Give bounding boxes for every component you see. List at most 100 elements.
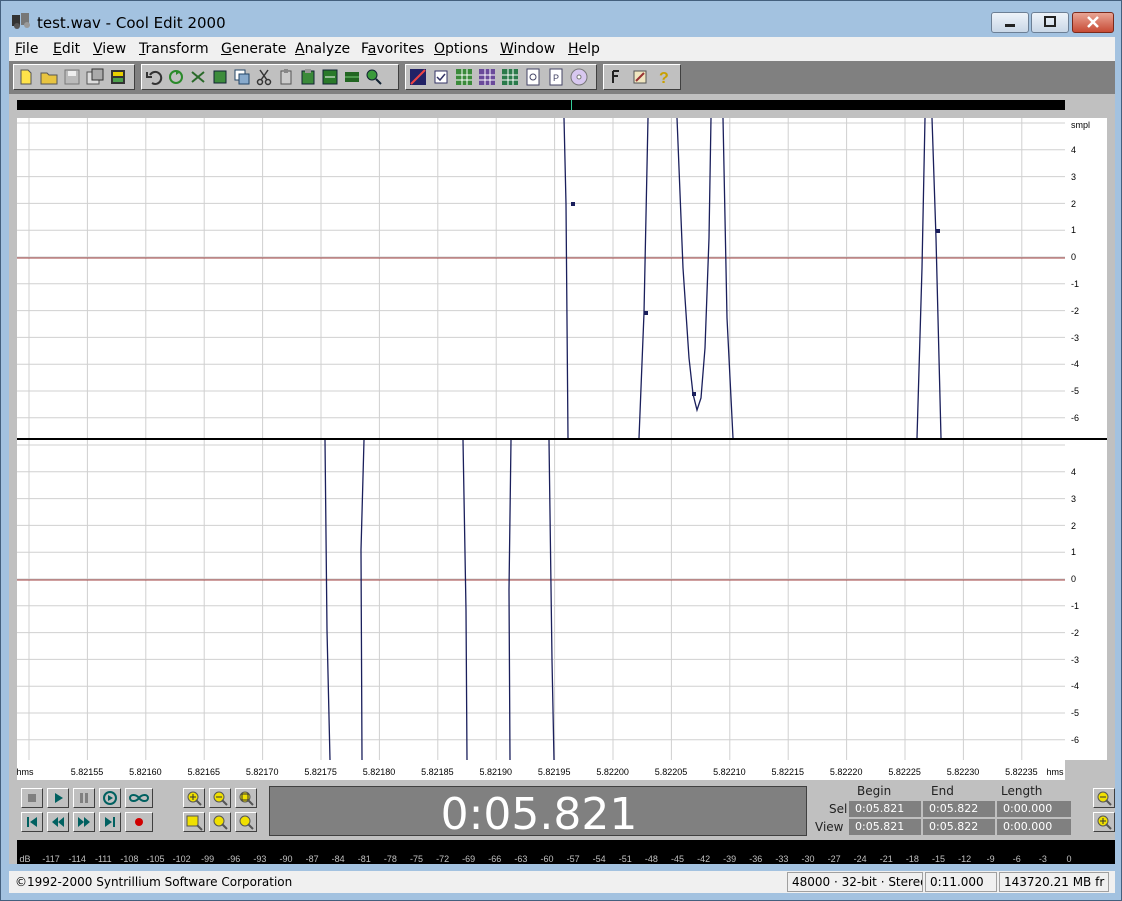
sel-begin-field[interactable]: 0:05.821 [849, 801, 921, 817]
right-channel-waveform[interactable] [17, 440, 1065, 760]
copy-new-icon[interactable] [210, 67, 230, 87]
menu-transform[interactable]: Transform [139, 41, 209, 57]
time-tick-label: 5.82235 [1005, 767, 1038, 777]
menu-file[interactable]: File [15, 41, 38, 57]
meter-scale-label: -54 [592, 854, 606, 864]
time-tick-label: 5.82220 [829, 767, 863, 777]
meter-scale-label: -81 [357, 854, 371, 864]
left-channel-waveform[interactable] [17, 118, 1065, 438]
left-channel-y-ruler[interactable]: smpl 4 3 2 1 0 -1 -2 -3 -4 -5 -6 [1065, 118, 1107, 438]
view-length-field[interactable]: 0:00.000 [997, 819, 1071, 835]
title-bar[interactable]: test.wav - Cool Edit 2000 [1, 1, 1121, 37]
y-axis-tick-label: 0 [1071, 252, 1077, 263]
time-tick-label: 5.82205 [654, 767, 688, 777]
zoom-to-selection-icon[interactable] [364, 67, 384, 87]
y-axis-tick-label: 1 [1071, 547, 1077, 558]
play-to-end-button[interactable] [99, 788, 121, 808]
zoom-to-left-edge-button[interactable] [209, 812, 231, 832]
trim-icon[interactable] [342, 67, 362, 87]
properties-page-icon[interactable]: P [546, 67, 566, 87]
menu-help[interactable]: Help [568, 41, 600, 57]
end-header: End [931, 784, 954, 798]
y-axis-tick-label: 1 [1071, 225, 1077, 236]
pause-button[interactable] [73, 788, 95, 808]
zoom-in-vertical-button[interactable] [1093, 812, 1115, 832]
favorites-icon[interactable] [606, 67, 626, 87]
stop-button[interactable] [21, 788, 43, 808]
menu-options[interactable]: Options [434, 41, 488, 57]
copyright-text: ©1992-2000 Syntrillium Software Corporat… [15, 875, 293, 889]
waveform-trace [462, 440, 468, 760]
menu-generate[interactable]: Generate [221, 41, 286, 57]
time-tick-label: 5.82175 [304, 767, 337, 777]
save-as-icon[interactable] [85, 67, 105, 87]
close-button[interactable] [1072, 12, 1114, 33]
rewind-button[interactable] [47, 812, 69, 832]
waveform-trace [508, 440, 512, 760]
go-to-start-button[interactable] [21, 812, 43, 832]
play-button[interactable] [47, 788, 69, 808]
toolbar-options-group: ? [603, 64, 681, 90]
waveform-view-icon[interactable] [408, 67, 428, 87]
sel-end-field[interactable]: 0:05.822 [923, 801, 995, 817]
zoom-out-vertical-button[interactable] [1093, 788, 1115, 808]
overview-bar[interactable] [17, 100, 1065, 110]
meter-scale-label: -51 [618, 854, 632, 864]
right-channel-y-ruler[interactable]: 4 3 2 1 0 -1 -2 -3 -4 -5 -6 [1065, 440, 1107, 760]
view-end-field[interactable]: 0:05.822 [923, 819, 995, 835]
paste-new-icon[interactable] [298, 67, 318, 87]
zoom-to-selection-button[interactable] [183, 812, 205, 832]
menu-view[interactable]: View [93, 41, 126, 57]
duration-status[interactable]: 0:11.000 [925, 872, 997, 892]
grid-green-icon[interactable] [500, 67, 520, 87]
info-page-icon[interactable] [523, 67, 543, 87]
record-button[interactable] [125, 812, 153, 832]
time-ruler[interactable]: hms 5.82155 5.82160 5.82165 5.82170 5.82175 5.… [16, 760, 1065, 780]
paste-icon[interactable] [276, 67, 296, 87]
settings-icon[interactable] [630, 67, 650, 87]
zoom-to-right-edge-button[interactable] [235, 812, 257, 832]
help-icon[interactable]: ? [654, 67, 674, 87]
sel-length-field[interactable]: 0:00.000 [997, 801, 1071, 817]
zoom-out-horizontal-button[interactable] [209, 788, 231, 808]
meter-scale-label: -108 [120, 854, 139, 864]
menu-favorites[interactable]: Favorites [361, 41, 424, 57]
y-axis-tick-label: 3 [1071, 493, 1077, 504]
copy-icon[interactable] [232, 67, 252, 87]
fast-forward-button[interactable] [73, 812, 95, 832]
scissors-cut-icon[interactable] [254, 67, 274, 87]
repeat-icon[interactable] [166, 67, 186, 87]
grid-purple-icon[interactable] [477, 67, 497, 87]
file-properties-icon[interactable] [108, 67, 128, 87]
y-axis-tick-label: 2 [1071, 520, 1077, 531]
mix-paste-icon[interactable] [320, 67, 340, 87]
grid-view-icon[interactable] [454, 67, 474, 87]
open-file-icon[interactable] [39, 67, 59, 87]
meter-scale-label: -99 [201, 854, 215, 864]
toolbar-file-group [13, 64, 135, 90]
save-file-icon[interactable] [62, 67, 82, 87]
view-begin-field[interactable]: 0:05.821 [849, 819, 921, 835]
menu-window[interactable]: Window [500, 41, 555, 57]
meter-scale-label: dB [19, 854, 31, 864]
meter-scale-label: -66 [488, 854, 502, 864]
new-file-icon[interactable] [16, 67, 36, 87]
minimize-button[interactable] [991, 12, 1029, 33]
zoom-out-full-button[interactable] [235, 788, 257, 808]
cool-edit-app-icon[interactable] [11, 12, 33, 30]
view-row-label: View [815, 820, 844, 834]
cut-to-clipboard-icon[interactable] [188, 67, 208, 87]
level-meter[interactable]: dB -117 -114 -111 -108 -105 -102 -99 -96 -93 -90 -8… [17, 840, 1115, 864]
undo-icon[interactable] [144, 67, 164, 87]
go-to-end-button[interactable] [99, 812, 121, 832]
zoom-in-horizontal-button[interactable] [183, 788, 205, 808]
menu-edit[interactable]: Edit [53, 41, 80, 57]
cd-icon[interactable] [569, 67, 589, 87]
menu-analyze[interactable]: Analyze [295, 41, 350, 57]
free-space-status[interactable]: 143720.21 MB fr [999, 872, 1109, 892]
meter-scale-label: -9 [986, 854, 995, 864]
maximize-button[interactable] [1031, 12, 1069, 33]
format-status[interactable]: 48000 · 32-bit · Stereo [787, 872, 923, 892]
checkbox-snap-icon[interactable] [431, 67, 451, 87]
loop-play-button[interactable] [125, 788, 153, 808]
